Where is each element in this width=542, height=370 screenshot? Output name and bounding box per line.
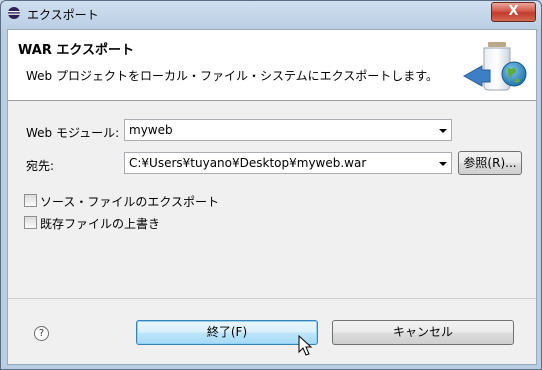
page-title: WAR エクスポート [18, 43, 134, 58]
finish-button[interactable]: 終了(F) [136, 320, 318, 345]
browse-button[interactable]: 参照(R)... [458, 151, 522, 175]
export-dialog: エクスポート X WAR エクスポート Web プロジェクトをローカル・ファイル… [0, 0, 542, 370]
web-module-value: myweb [129, 123, 173, 137]
eclipse-icon [8, 7, 20, 19]
web-module-label: Web モジュール: [26, 126, 120, 140]
export-source-checkbox[interactable] [24, 194, 37, 207]
cancel-button[interactable]: キャンセル [332, 320, 514, 345]
wizard-banner: WAR エクスポート Web プロジェクトをローカル・ファイル・システムにエクス… [8, 30, 536, 101]
close-button[interactable]: X [491, 2, 536, 22]
footer-divider [8, 298, 536, 299]
web-module-combo[interactable]: myweb [124, 119, 452, 141]
window-title: エクスポート [27, 8, 99, 22]
destination-combo[interactable]: C:¥Users¥tuyano¥Desktop¥myweb.war [124, 152, 452, 174]
page-description: Web プロジェクトをローカル・ファイル・システムにエクスポートします。 [26, 69, 439, 83]
overwrite-label[interactable]: 既存ファイルの上書き [40, 215, 160, 232]
help-icon[interactable]: ? [34, 326, 49, 341]
overwrite-checkbox[interactable] [24, 216, 37, 229]
dialog-body: WAR エクスポート Web プロジェクトをローカル・ファイル・システムにエクス… [7, 29, 537, 365]
mouse-pointer-icon [298, 335, 313, 356]
chevron-down-icon[interactable] [439, 129, 447, 133]
destination-label: 宛先: [26, 159, 55, 173]
chevron-down-icon[interactable] [439, 162, 447, 166]
war-export-icon [462, 42, 527, 91]
destination-value: C:¥Users¥tuyano¥Desktop¥myweb.war [129, 156, 367, 170]
export-source-label[interactable]: ソース・ファイルのエクスポート [40, 193, 219, 210]
title-bar[interactable]: エクスポート X [1, 1, 541, 27]
